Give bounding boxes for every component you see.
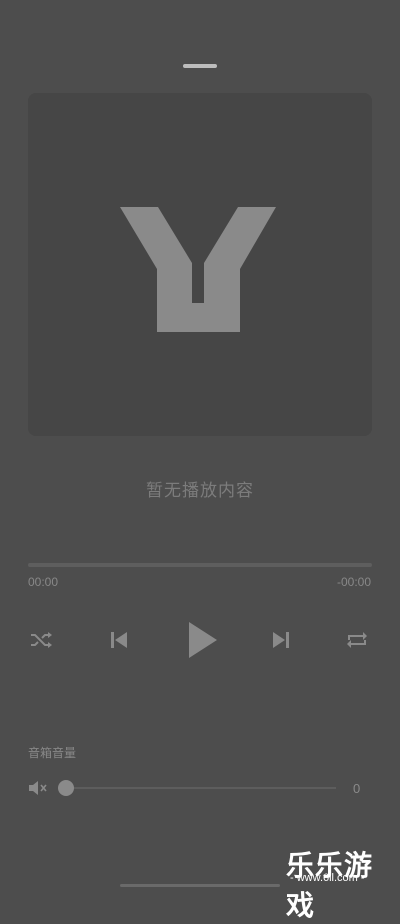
- play-icon: [189, 622, 217, 658]
- shuffle-button[interactable]: [26, 622, 56, 658]
- skip-next-icon: [273, 632, 289, 648]
- volume-slider-knob[interactable]: [58, 780, 74, 796]
- app-logo-icon: [120, 207, 276, 332]
- repeat-icon: [347, 632, 367, 648]
- previous-button[interactable]: [104, 622, 134, 658]
- time-remaining: -00:00: [336, 575, 371, 589]
- volume-label: 音箱音量: [28, 746, 77, 760]
- home-indicator[interactable]: [120, 884, 280, 887]
- repeat-button[interactable]: [342, 622, 372, 658]
- time-elapsed: 00:00: [28, 575, 59, 589]
- watermark-url: - www.6ll.com -: [290, 872, 365, 884]
- track-title: 暂无播放内容: [146, 481, 254, 501]
- shuffle-icon: [31, 632, 52, 648]
- watermark-logo: 乐乐游戏: [286, 849, 374, 922]
- volume-slider-track[interactable]: [66, 787, 336, 789]
- volume-value: 0: [353, 781, 361, 796]
- next-button[interactable]: [266, 622, 296, 658]
- skip-previous-icon: [111, 632, 127, 648]
- album-cover: [28, 93, 372, 436]
- volume-mute-button[interactable]: [28, 779, 50, 797]
- drag-handle[interactable]: [183, 64, 217, 68]
- play-button[interactable]: [184, 618, 220, 662]
- volume-mute-icon: [29, 781, 47, 795]
- progress-bar[interactable]: [28, 563, 372, 567]
